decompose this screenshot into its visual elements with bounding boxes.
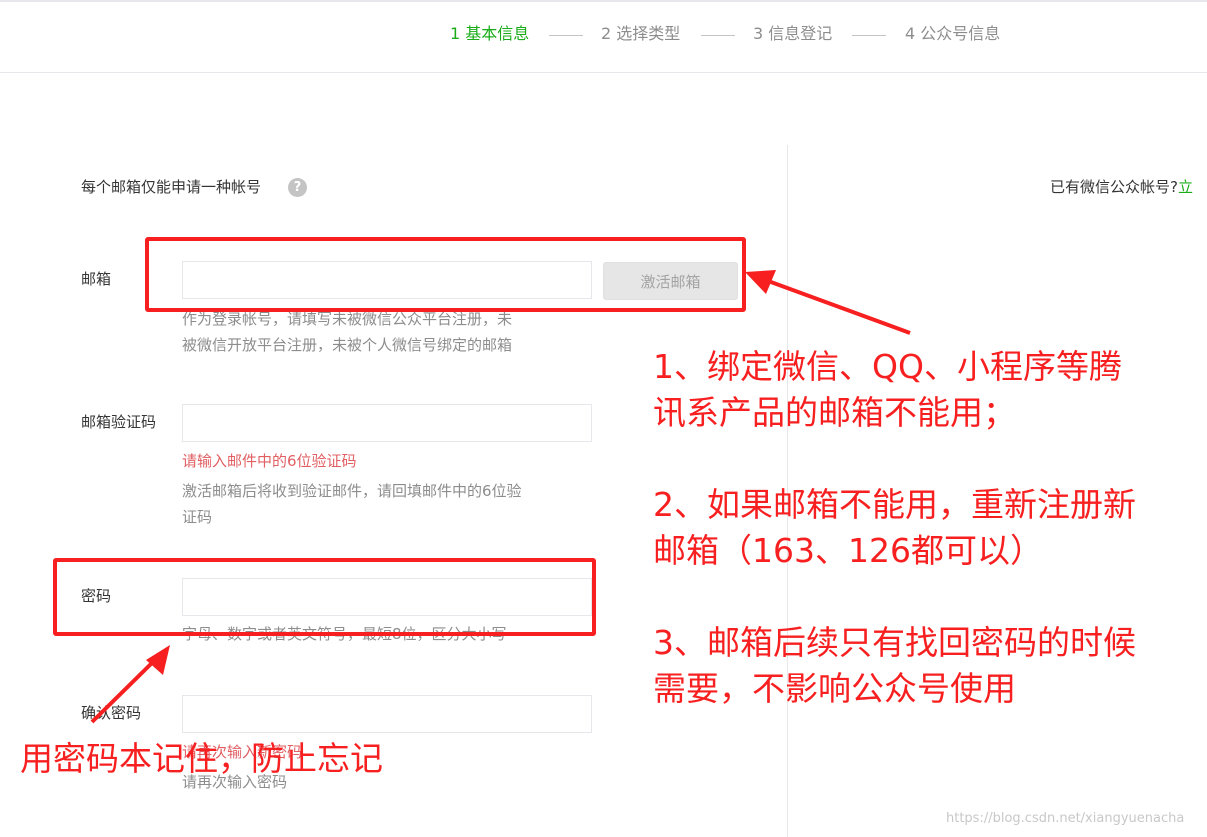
annotation-line: 讯系产品的邮箱不能用； (653, 393, 1016, 432)
annotation-note-1: 1、绑定微信、QQ、小程序等腾 讯系产品的邮箱不能用； (653, 344, 1136, 436)
arrow-to-email-box (745, 270, 911, 335)
watermark: https://blog.csdn.net/xiangyuenacha (946, 811, 1185, 826)
annotation-notes: 1、绑定微信、QQ、小程序等腾 讯系产品的邮箱不能用； 2、如果邮箱不能用，重新… (653, 344, 1136, 758)
annotation-line: 3、邮箱后续只有找回密码的时候 (653, 623, 1136, 662)
annotation-note-3: 3、邮箱后续只有找回密码的时候 需要，不影响公众号使用 (653, 620, 1136, 712)
annotation-line: 邮箱（163、126都可以） (653, 531, 1043, 570)
annotation-line: 2、如果邮箱不能用，重新注册新 (653, 485, 1136, 524)
annotation-line: 1、绑定微信、QQ、小程序等腾 (653, 347, 1122, 386)
annotation-remember-password: 用密码本记住，防止忘记 (20, 739, 383, 778)
annotation-note-2: 2、如果邮箱不能用，重新注册新 邮箱（163、126都可以） (653, 482, 1136, 574)
arrow-to-password-box (90, 645, 170, 724)
annotation-line: 需要，不影响公众号使用 (653, 669, 1016, 708)
